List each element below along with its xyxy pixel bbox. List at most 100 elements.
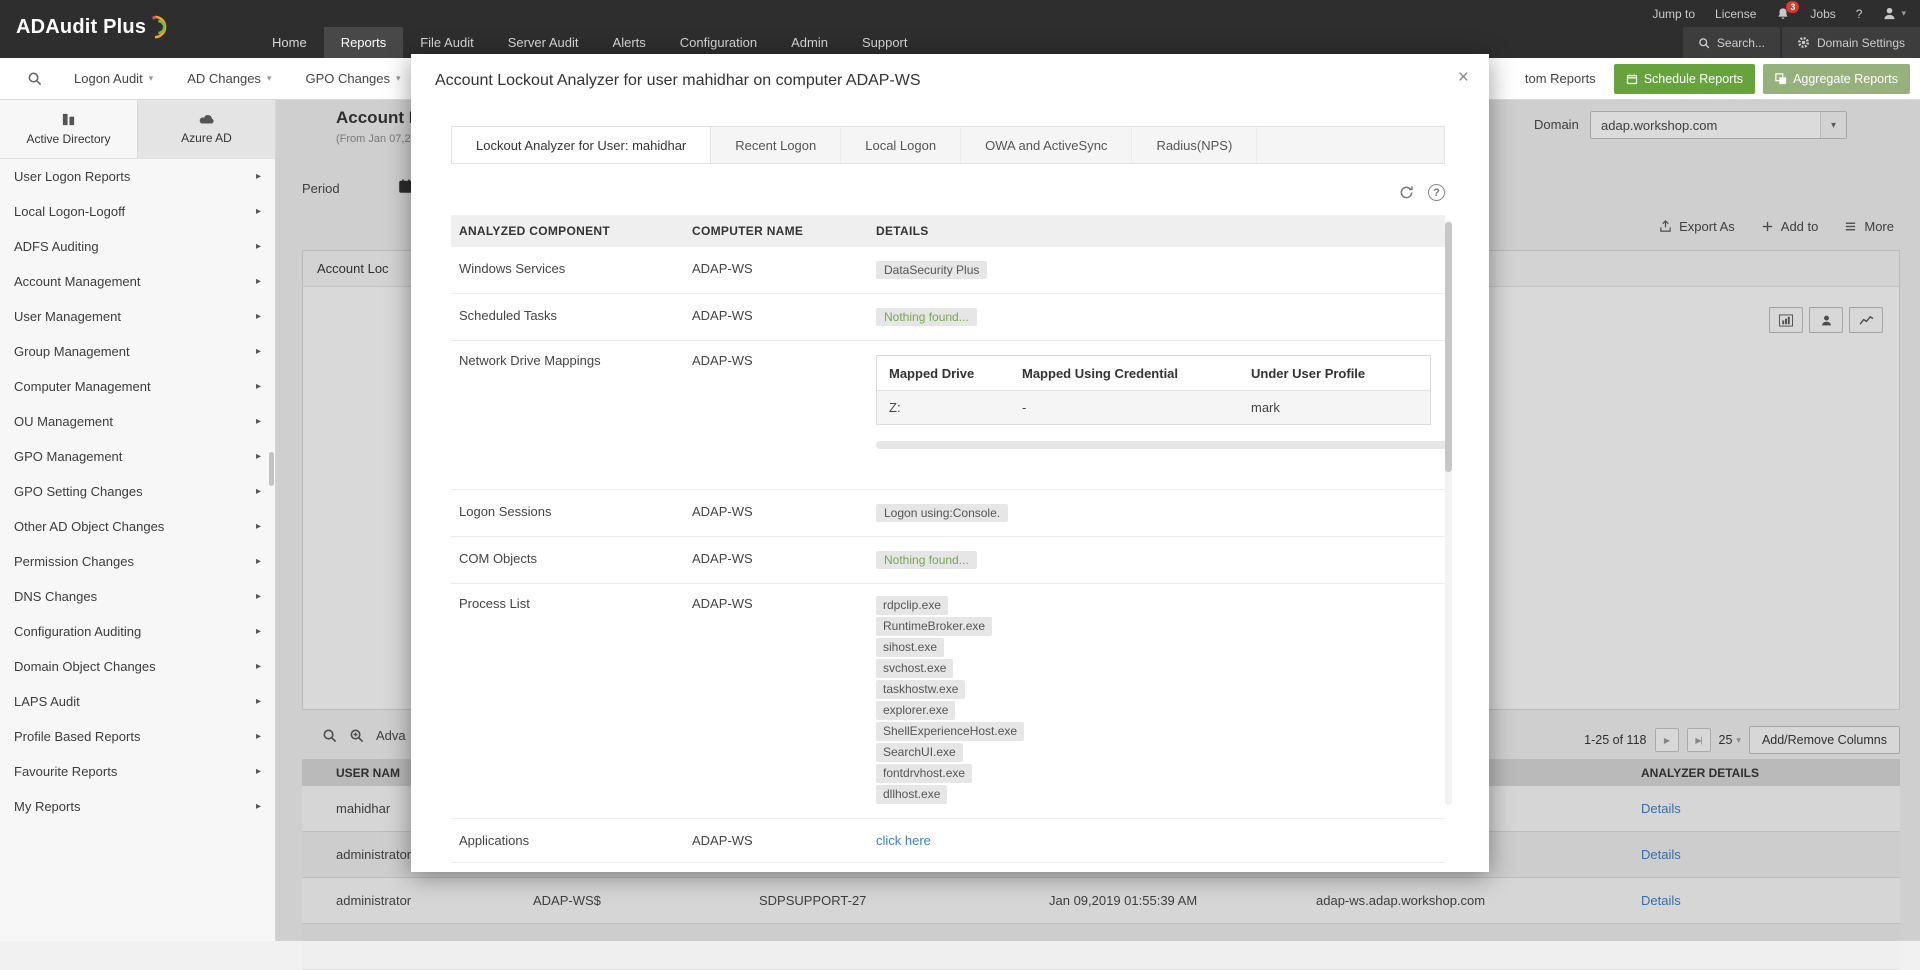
cell-computer: ADAP-WS: [684, 341, 868, 489]
nav-item-reports[interactable]: Reports: [324, 27, 404, 58]
sidebar-item-label: Account Management: [14, 274, 140, 289]
user-menu[interactable]: ▾: [1882, 6, 1906, 21]
sidebar-item-favourite-reports[interactable]: Favourite Reports▸: [0, 754, 275, 789]
chevron-right-icon: ▸: [256, 766, 261, 777]
custom-reports-link[interactable]: tom Reports: [1525, 71, 1596, 86]
tab-active-directory[interactable]: Active Directory: [0, 100, 137, 158]
cell-component: COM Objects: [451, 537, 684, 583]
tab-local-logon[interactable]: Local Logon: [841, 127, 961, 163]
cell-profile: mark: [1239, 400, 1430, 415]
process-chip: dllhost.exe: [876, 785, 947, 804]
global-search-button[interactable]: Search...: [1683, 27, 1780, 58]
sidebar-item-gpo-management[interactable]: GPO Management▸: [0, 439, 275, 474]
modal-scrollbar[interactable]: [1445, 220, 1452, 805]
sidebar-item-label: User Logon Reports: [14, 169, 130, 184]
analyzer-table: ANALYZED COMPONENT COMPUTER NAME DETAILS…: [451, 215, 1445, 863]
process-chip: rdpclip.exe: [876, 596, 948, 615]
chevron-right-icon: ▸: [256, 661, 261, 672]
sidebar-item-adfs-auditing[interactable]: ADFS Auditing▸: [0, 229, 275, 264]
modal-scrollbar-thumb[interactable]: [1445, 222, 1452, 472]
sidebar-item-local-logon-logoff[interactable]: Local Logon-Logoff▸: [0, 194, 275, 229]
click-here-link[interactable]: click here: [876, 833, 931, 848]
nothing-found-chip: Nothing found...: [876, 551, 977, 569]
sidebar-scrollbar[interactable]: [269, 452, 274, 486]
col-mapped-credential: Mapped Using Credential: [1010, 366, 1239, 381]
sidebar-item-dns-changes[interactable]: DNS Changes▸: [0, 579, 275, 614]
sidebar-item-label: GPO Setting Changes: [14, 484, 143, 499]
sidebar-item-user-management[interactable]: User Management▸: [0, 299, 275, 334]
sidebar-item-profile-based-reports[interactable]: Profile Based Reports▸: [0, 719, 275, 754]
chevron-right-icon: ▸: [256, 556, 261, 567]
chevron-right-icon: ▸: [256, 731, 261, 742]
jump-to-link[interactable]: Jump to: [1652, 7, 1695, 21]
process-item: taskhostw.exe: [876, 680, 1437, 699]
notifications-button[interactable]: 3: [1776, 7, 1790, 21]
detail-chip: DataSecurity Plus: [876, 261, 987, 279]
close-icon[interactable]: ×: [1458, 68, 1469, 87]
menu-ad-changes[interactable]: AD Changes ▾: [187, 71, 271, 86]
sidebar-item-group-management[interactable]: Group Management▸: [0, 334, 275, 369]
sidebar-item-account-management[interactable]: Account Management▸: [0, 264, 275, 299]
sidebar-item-other-ad-object-changes[interactable]: Other AD Object Changes▸: [0, 509, 275, 544]
mapped-drive-table-header: Mapped Drive Mapped Using Credential Und…: [877, 356, 1430, 390]
process-chip: explorer.exe: [876, 701, 955, 720]
chevron-right-icon: ▸: [256, 696, 261, 707]
aggregate-reports-button[interactable]: Aggregate Reports: [1763, 64, 1910, 94]
cell-computer: ADAP-WS: [684, 490, 868, 536]
tab-owa-activesync[interactable]: OWA and ActiveSync: [961, 127, 1132, 163]
cell-component: Windows Services: [451, 247, 684, 293]
chevron-right-icon: ▸: [256, 206, 261, 217]
cell-computer: ADAP-WS: [684, 294, 868, 340]
license-link[interactable]: License: [1715, 7, 1756, 21]
refresh-icon[interactable]: [1399, 185, 1414, 200]
domain-settings-label: Domain Settings: [1817, 36, 1905, 50]
menu-gpo-changes[interactable]: GPO Changes ▾: [305, 71, 400, 86]
domain-settings-button[interactable]: Domain Settings: [1782, 27, 1920, 58]
sidebar-item-computer-management[interactable]: Computer Management▸: [0, 369, 275, 404]
help-icon[interactable]: ?: [1428, 184, 1445, 201]
menu-logon-audit[interactable]: Logon Audit ▾: [74, 71, 153, 86]
help-link[interactable]: ?: [1856, 7, 1863, 21]
nav-item-home[interactable]: Home: [255, 27, 324, 58]
sidebar-item-label: User Management: [14, 309, 121, 324]
schedule-reports-label: Schedule Reports: [1644, 72, 1743, 86]
col-mapped-drive: Mapped Drive: [877, 366, 1010, 381]
tab-lockout-analyzer[interactable]: Lockout Analyzer for User: mahidhar: [452, 127, 711, 163]
sidebar: Active Directory Azure AD User Logon Rep…: [0, 100, 276, 941]
menu-gpo-changes-label: GPO Changes: [305, 71, 390, 86]
process-item: SearchUI.exe: [876, 743, 1437, 762]
sidebar-item-gpo-setting-changes[interactable]: GPO Setting Changes ▸: [0, 474, 275, 509]
notification-badge: 3: [1786, 1, 1799, 13]
sidebar-item-configuration-auditing[interactable]: Configuration Auditing▸: [0, 614, 275, 649]
sidebar-item-ou-management[interactable]: OU Management▸: [0, 404, 275, 439]
app-logo[interactable]: ADAudit Plus: [16, 13, 171, 41]
lockout-analyzer-modal: Account Lockout Analyzer for user mahidh…: [411, 54, 1489, 872]
sidebar-item-my-reports[interactable]: My Reports▸: [0, 789, 275, 824]
chevron-right-icon: ▸: [256, 486, 261, 497]
process-chip: taskhostw.exe: [876, 680, 965, 699]
directory-icon: [61, 112, 76, 127]
sidebar-item-user-logon-reports[interactable]: User Logon Reports ▸: [0, 159, 275, 194]
chevron-right-icon: ▸: [256, 171, 261, 182]
process-item: rdpclip.exe: [876, 596, 1437, 615]
schedule-reports-button[interactable]: Schedule Reports: [1614, 64, 1755, 94]
process-item: RuntimeBroker.exe: [876, 617, 1437, 636]
sidebar-item-permission-changes[interactable]: Permission Changes▸: [0, 544, 275, 579]
menu-logon-audit-label: Logon Audit: [74, 71, 143, 86]
tab-azure-ad[interactable]: Azure AD: [137, 100, 275, 158]
col-analyzed-component: ANALYZED COMPONENT: [451, 224, 684, 238]
tab-recent-logon[interactable]: Recent Logon: [711, 127, 841, 163]
tab-radius-nps[interactable]: Radius(NPS): [1132, 127, 1257, 163]
report-search-button[interactable]: [27, 71, 42, 86]
sidebar-item-laps-audit[interactable]: LAPS Audit ▸: [0, 684, 275, 719]
jobs-link[interactable]: Jobs: [1810, 7, 1835, 21]
sidebar-item-label: LAPS Audit: [14, 694, 80, 709]
cell-component: Process List: [451, 584, 684, 818]
caret-down-icon: ▾: [1901, 8, 1906, 19]
process-item: ShellExperienceHost.exe: [876, 722, 1437, 741]
col-details: DETAILS: [868, 224, 1445, 238]
horizontal-scrollbar[interactable]: [876, 441, 1451, 449]
chevron-right-icon: ▸: [256, 801, 261, 812]
analyzer-row-com-objects: COM Objects ADAP-WS Nothing found...: [451, 537, 1445, 584]
sidebar-item-domain-object-changes[interactable]: Domain Object Changes▸: [0, 649, 275, 684]
